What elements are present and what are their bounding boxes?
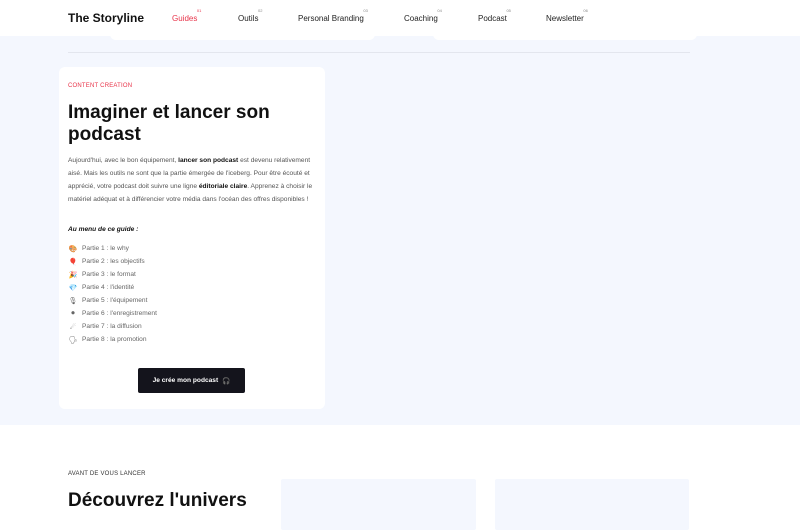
nav-item-label: Podcast: [478, 14, 507, 23]
headphones-icon: 🎧: [222, 377, 231, 385]
category-label: CONTENT CREATION: [68, 83, 133, 89]
nav-item-number: 04: [437, 8, 442, 13]
nav-item-newsletter[interactable]: Newsletter 06: [546, 8, 588, 23]
nav-item-number: 05: [506, 8, 511, 13]
nav-item-number: 06: [583, 8, 588, 13]
nav-item-coaching[interactable]: Coaching 04: [404, 8, 442, 23]
create-podcast-button[interactable]: Je crée mon podcast 🎧: [138, 368, 245, 393]
microphone-icon: 🎙: [68, 297, 78, 305]
nav-item-guides[interactable]: Guides 01: [172, 8, 201, 23]
gem-icon: 💎: [68, 284, 78, 292]
section-eyebrow: AVANT DE VOUS LANCER: [68, 471, 146, 477]
list-item[interactable]: 🎨 Partie 1 : le why: [68, 242, 157, 255]
list-item[interactable]: 💎 Partie 4 : l'identité: [68, 281, 157, 294]
palette-icon: 🎨: [68, 245, 78, 253]
record-icon: ⏺: [71, 309, 75, 317]
bold-phrase: éditoriale claire: [198, 183, 248, 190]
nav-item-label: Outils: [238, 14, 259, 23]
guide-title: Imaginer et lancer son podcast: [68, 102, 270, 145]
guide-card: CONTENT CREATION Imaginer et lancer son …: [59, 67, 325, 409]
nav-item-label: Newsletter: [546, 14, 584, 23]
nav-item-number: 02: [258, 8, 263, 13]
page: The Storyline Guides 01 Outils 02 Person…: [0, 0, 800, 530]
list-item[interactable]: ☄ Partie 7 : la diffusion: [68, 320, 157, 333]
top-nav: The Storyline Guides 01 Outils 02 Person…: [0, 0, 800, 36]
nav-item-number: 03: [363, 8, 368, 13]
nav-item-label: Personal Branding: [298, 14, 364, 23]
section-title: Découvrez l'univers: [68, 490, 247, 511]
guide-description: Aujourd'hui, avec le bon équipement, lan…: [68, 157, 313, 203]
nav-item-number: 01: [196, 8, 202, 13]
feature-card[interactable]: [281, 479, 476, 530]
divider: [68, 52, 690, 53]
list-item[interactable]: ⏺ Partie 6 : l'enregistrement: [68, 307, 157, 320]
nav-item-label: Guides: [172, 14, 198, 23]
nav-item-personal-branding[interactable]: Personal Branding 03: [298, 8, 368, 23]
guide-parts-list: 🎨 Partie 1 : le why 🎈 Partie 2 : les objec…: [68, 242, 157, 346]
bold-phrase: lancer son podcast: [178, 157, 239, 164]
balloon-icon: 🎈: [68, 258, 78, 266]
nav-item-podcast[interactable]: Podcast 05: [478, 8, 511, 23]
nav-item-outils[interactable]: Outils 02: [238, 8, 262, 23]
party-popper-icon: 🎉: [68, 271, 78, 279]
menu-heading: Au menu de ce guide :: [68, 226, 139, 233]
list-item[interactable]: 🎉 Partie 3 : le format: [68, 268, 157, 281]
list-item[interactable]: 🎙 Partie 5 : l'équipement: [68, 294, 157, 307]
list-item[interactable]: 🗣 Partie 8 : la promotion: [68, 333, 157, 346]
list-item[interactable]: 🎈 Partie 2 : les objectifs: [68, 255, 157, 268]
nav-item-label: Coaching: [404, 14, 438, 23]
logo[interactable]: The Storyline: [68, 11, 144, 25]
button-label: Je crée mon podcast: [152, 377, 219, 384]
comet-icon: ☄: [69, 323, 77, 331]
feature-card[interactable]: [495, 479, 689, 530]
speaking-head-icon: 🗣: [68, 336, 78, 344]
